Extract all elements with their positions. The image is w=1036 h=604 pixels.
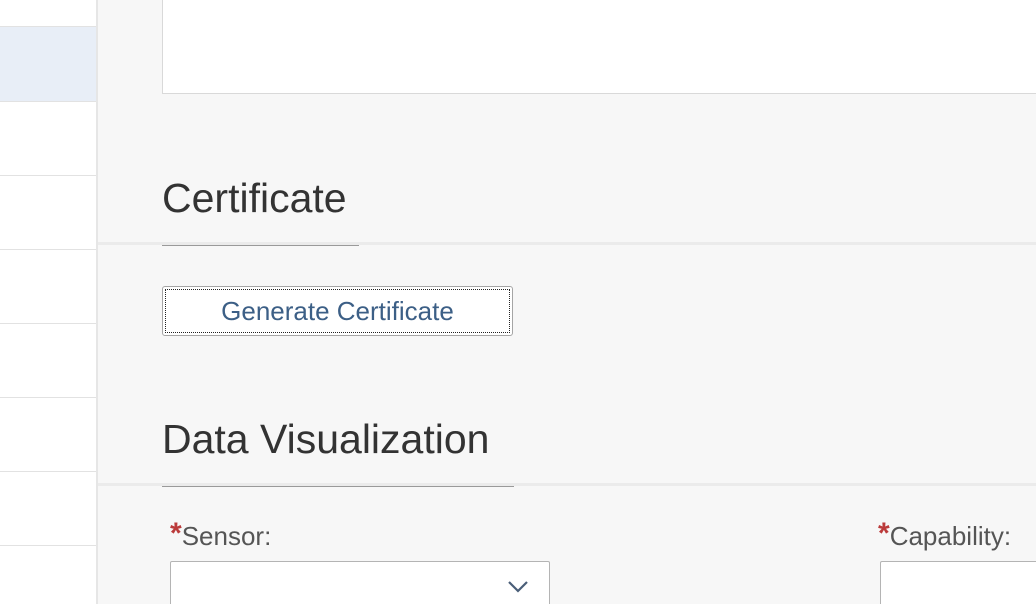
sensor-label-text: Sensor: — [181, 521, 272, 551]
sidebar-item[interactable] — [0, 0, 96, 27]
sensor-select[interactable] — [170, 561, 550, 604]
sidebar-item[interactable] — [0, 546, 96, 604]
chevron-down-icon[interactable] — [507, 578, 529, 594]
sidebar-item[interactable] — [0, 324, 96, 398]
capability-field-label: *Capability: — [878, 517, 1012, 555]
data-visualization-section-title: Data Visualization — [162, 416, 490, 462]
certificate-section-divider — [98, 242, 1036, 245]
generate-certificate-button-label: Generate Certificate — [165, 289, 510, 333]
main-content: Certificate Generate Certificate Data Vi… — [98, 0, 1036, 604]
description-textarea[interactable] — [162, 0, 1036, 94]
sidebar-item-selected[interactable] — [0, 27, 96, 102]
certificate-section-title: Certificate — [162, 175, 347, 221]
sensor-required-marker: * — [170, 517, 182, 550]
sidebar-item[interactable] — [0, 398, 96, 472]
app-root: Certificate Generate Certificate Data Vi… — [0, 0, 1036, 604]
sidebar-item[interactable] — [0, 250, 96, 324]
capability-required-marker: * — [878, 517, 890, 550]
capability-select[interactable] — [880, 561, 1036, 604]
data-visualization-section-divider — [98, 483, 1036, 486]
sidebar-item[interactable] — [0, 472, 96, 546]
sidebar — [0, 0, 98, 604]
generate-certificate-button[interactable]: Generate Certificate — [162, 286, 513, 336]
capability-label-text: Capability: — [889, 521, 1012, 551]
sidebar-item[interactable] — [0, 176, 96, 250]
sensor-field-label: *Sensor: — [170, 517, 272, 555]
sidebar-item[interactable] — [0, 102, 96, 176]
